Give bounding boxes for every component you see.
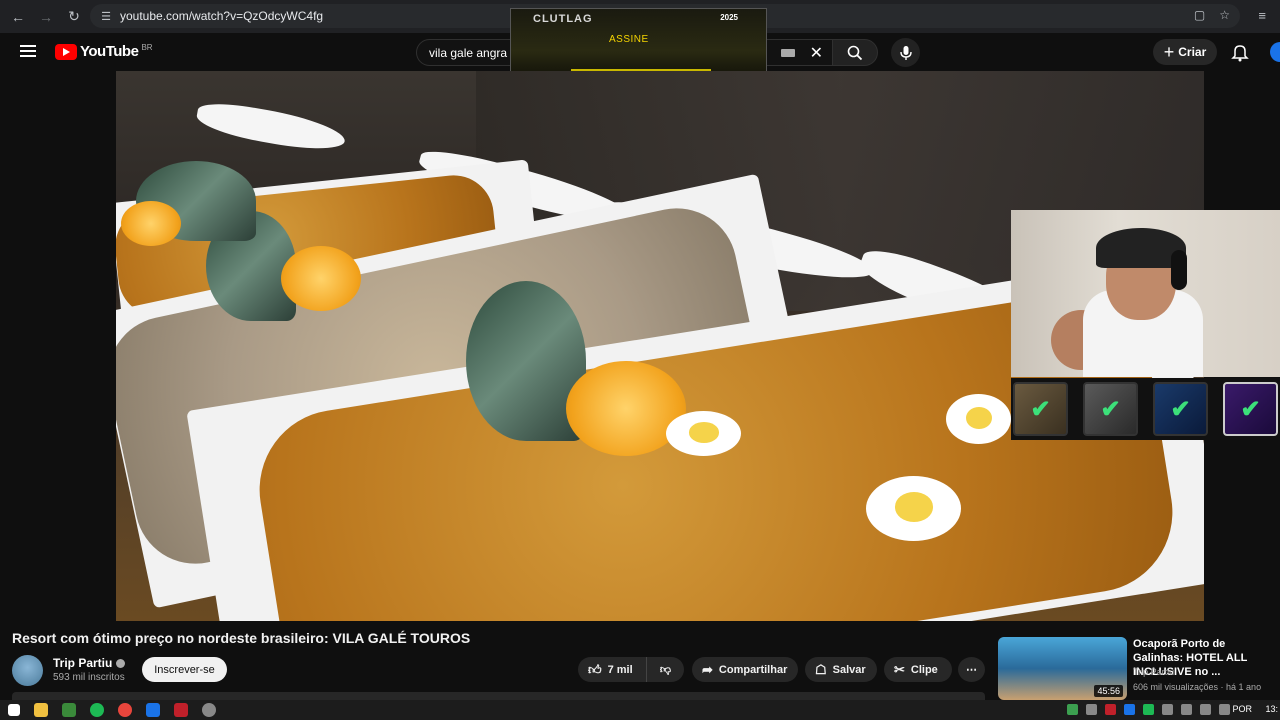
recommendation-thumbnail[interactable]: 45:56 bbox=[998, 637, 1127, 700]
recommendation-channel[interactable]: Trip Partiu bbox=[1133, 667, 1174, 677]
spotify-icon[interactable] bbox=[90, 703, 104, 717]
checkmark-badge-icon: ✔ bbox=[1013, 382, 1068, 436]
channel-name[interactable]: Trip Partiu bbox=[53, 656, 112, 670]
video-frame-garnish bbox=[281, 246, 361, 311]
search-button[interactable] bbox=[832, 39, 878, 66]
region-code: BR bbox=[141, 43, 153, 52]
plus-icon: + bbox=[1163, 41, 1175, 62]
ad-cta[interactable]: ASSINE bbox=[609, 34, 649, 45]
search-icon bbox=[847, 45, 863, 60]
share-arrow-icon: ➦ bbox=[702, 661, 713, 677]
app-icon[interactable] bbox=[202, 703, 216, 717]
video-duration: 45:56 bbox=[1094, 685, 1123, 697]
app-icon[interactable] bbox=[62, 703, 76, 717]
cast-icon[interactable]: ▢ bbox=[1194, 8, 1205, 22]
save-label: Salvar bbox=[832, 663, 866, 676]
video-frame-garnish bbox=[121, 201, 181, 246]
verified-icon bbox=[116, 659, 126, 669]
system-tray bbox=[1067, 704, 1230, 715]
tray-app-icon[interactable] bbox=[1086, 704, 1097, 715]
microphone-tray-icon[interactable] bbox=[1181, 704, 1192, 715]
video-title: Resort com ótimo preço no nordeste brasi… bbox=[12, 630, 471, 646]
forward-icon[interactable]: → bbox=[34, 5, 58, 29]
like-button[interactable]: 👍︎ 7 mil bbox=[578, 657, 646, 682]
like-count: 7 mil bbox=[607, 663, 633, 676]
bookmark-icon: ☖ bbox=[815, 661, 827, 677]
ad-tag: 2025 bbox=[720, 13, 738, 22]
tray-app-icon[interactable] bbox=[1124, 704, 1135, 715]
url-text: youtube.com/watch?v=QzOdcyWC4fg bbox=[120, 9, 324, 23]
more-actions-button[interactable]: ⋯ bbox=[958, 657, 985, 682]
subscriber-count: 593 mil inscritos bbox=[53, 672, 125, 683]
thumbs-up-icon: 👍︎ bbox=[588, 661, 602, 677]
app-icon[interactable] bbox=[174, 703, 188, 717]
keyboard-icon[interactable] bbox=[781, 49, 795, 57]
windows-start-icon[interactable] bbox=[8, 704, 20, 716]
reading-list-icon[interactable]: ≡ bbox=[1258, 8, 1266, 23]
notifications-bell-icon[interactable] bbox=[1230, 42, 1250, 62]
tray-app-icon[interactable] bbox=[1067, 704, 1078, 715]
subscribe-button[interactable]: Inscrever-se bbox=[142, 657, 227, 682]
create-button[interactable]: + Criar bbox=[1153, 39, 1217, 65]
volume-icon[interactable] bbox=[1219, 704, 1230, 715]
search-query: vila gale angra bbox=[429, 46, 508, 60]
headset-icon bbox=[1171, 250, 1187, 290]
youtube-logo[interactable]: YouTube BR bbox=[55, 43, 153, 60]
windows-taskbar: POR 13: bbox=[0, 700, 1280, 720]
system-clock[interactable]: 13: bbox=[1265, 704, 1278, 714]
clip-label: Clipe bbox=[910, 663, 938, 676]
clear-search-icon[interactable]: ✕ bbox=[810, 43, 823, 63]
description-box[interactable] bbox=[12, 692, 985, 700]
dislike-button[interactable]: 👎︎ bbox=[646, 657, 684, 682]
checkmark-badge-icon: ✔ bbox=[1083, 382, 1138, 436]
input-language[interactable]: POR bbox=[1232, 704, 1252, 714]
microphone-icon bbox=[899, 45, 912, 60]
menu-icon[interactable] bbox=[20, 45, 36, 57]
checkmark-badge-icon: ✔ bbox=[1153, 382, 1208, 436]
app-icon[interactable] bbox=[146, 703, 160, 717]
scissors-icon: ✂ bbox=[894, 661, 905, 677]
bookmark-star-icon[interactable]: ☆ bbox=[1219, 8, 1230, 22]
video-frame-spoon bbox=[194, 98, 348, 156]
tray-app-icon[interactable] bbox=[1105, 704, 1116, 715]
video-frame-egg bbox=[946, 394, 1011, 444]
video-frame-egg bbox=[666, 411, 741, 456]
chrome-icon[interactable] bbox=[118, 703, 132, 717]
share-label: Compartilhar bbox=[718, 663, 788, 676]
thumbs-down-icon: 👎︎ bbox=[659, 664, 672, 676]
clip-button[interactable]: ✂ Clipe bbox=[884, 657, 952, 682]
reload-icon[interactable]: ↻ bbox=[62, 5, 86, 29]
logo-text: YouTube bbox=[80, 43, 139, 60]
tray-app-icon[interactable] bbox=[1143, 704, 1154, 715]
voice-search-button[interactable] bbox=[891, 38, 920, 67]
webcam-overlay bbox=[1011, 210, 1280, 377]
achievement-badges: ✔ ✔ ✔ ✔ bbox=[1011, 378, 1280, 440]
save-button[interactable]: ☖ Salvar bbox=[805, 657, 877, 682]
ad-brand: CLUTLAG bbox=[533, 13, 593, 25]
checkmark-badge-icon: ✔ bbox=[1223, 382, 1278, 436]
channel-name-row[interactable]: Trip Partiu bbox=[53, 656, 126, 670]
account-avatar[interactable] bbox=[1270, 42, 1280, 62]
recommendation-meta: 606 mil visualizações · há 1 ano bbox=[1133, 682, 1262, 692]
share-button[interactable]: ➦ Compartilhar bbox=[692, 657, 798, 682]
wifi-icon[interactable] bbox=[1200, 704, 1211, 715]
more-dots-icon: ⋯ bbox=[966, 664, 977, 676]
ad-banner[interactable]: CLUTLAG 2025 ASSINE •••• bbox=[510, 8, 767, 80]
video-frame-egg bbox=[866, 476, 961, 541]
site-info-icon[interactable]: ☰ bbox=[96, 10, 116, 23]
back-icon[interactable]: ← bbox=[6, 5, 30, 29]
youtube-play-icon bbox=[55, 43, 77, 60]
file-explorer-icon[interactable] bbox=[34, 703, 48, 717]
create-label: Criar bbox=[1178, 45, 1207, 59]
tray-app-icon[interactable] bbox=[1162, 704, 1173, 715]
channel-avatar[interactable] bbox=[12, 655, 43, 686]
